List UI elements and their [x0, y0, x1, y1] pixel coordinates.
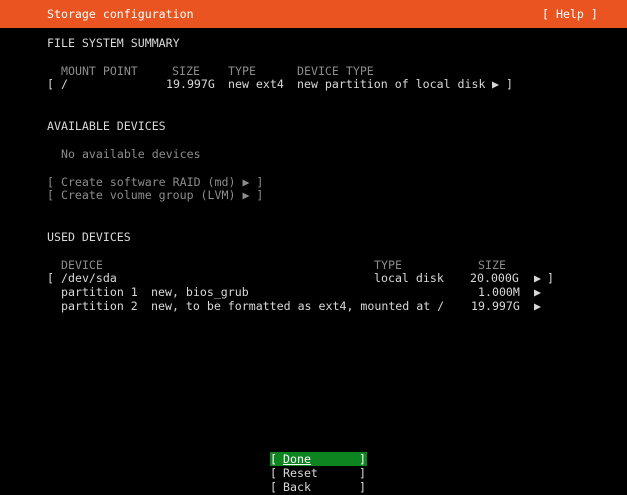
done-open-bracket: [ — [270, 452, 277, 466]
row-device-type: new partition of local disk — [297, 77, 486, 91]
back-label: Back — [283, 480, 311, 494]
col-mount-point: MOUNT POINT — [61, 64, 138, 78]
row-mount: / — [61, 77, 68, 91]
row-type: new ext4 — [228, 77, 284, 91]
row-size: 19.997G — [166, 77, 215, 91]
back-open-bracket: [ — [270, 480, 277, 494]
no-available-devices-text: No available devices — [61, 147, 201, 161]
disk-arrow-icon: ▶ — [534, 271, 541, 285]
reset-button[interactable]: [ Reset ] — [270, 466, 367, 480]
partition-name: partition 1 — [61, 285, 138, 299]
disk-size: 20.000G — [470, 271, 519, 285]
row-arrow-icon: ▶ — [492, 77, 499, 91]
used-devices-heading: USED DEVICES — [47, 230, 131, 244]
partition-row[interactable]: partition 1 new, bios_grub 1.000M ▶ — [47, 285, 547, 299]
fs-summary-heading: FILE SYSTEM SUMMARY — [47, 36, 180, 50]
disk-name: /dev/sda — [61, 271, 117, 285]
partition-arrow-icon: ▶ — [534, 285, 541, 299]
page-title: Storage configuration — [47, 7, 194, 21]
title-bar: Storage configuration [ Help ] — [0, 0, 627, 28]
col-size: SIZE — [172, 64, 200, 78]
col-used-size: SIZE — [478, 258, 506, 272]
disk-row[interactable]: [ /dev/sda local disk 20.000G ▶ ] — [47, 271, 557, 285]
back-close-bracket: ] — [359, 480, 366, 494]
col-used-type: TYPE — [374, 258, 402, 272]
reset-label: Reset — [283, 466, 318, 480]
partition-desc: new, bios_grub — [151, 285, 249, 299]
partition-row[interactable]: partition 2 new, to be formatted as ext4… — [47, 299, 547, 313]
row-open-bracket: [ — [47, 77, 54, 91]
help-button[interactable]: [ Help ] — [542, 7, 598, 21]
partition-desc: new, to be formatted as ext4, mounted at… — [151, 299, 445, 313]
partition-size: 19.997G — [471, 299, 520, 313]
create-raid-button[interactable]: [ Create software RAID (md) ▶ ] — [47, 175, 263, 189]
col-type: TYPE — [228, 64, 256, 78]
reset-close-bracket: ] — [359, 466, 366, 480]
col-device-type: DEVICE TYPE — [297, 64, 374, 78]
col-device: DEVICE — [61, 258, 103, 272]
row-close-bracket: ] — [506, 77, 513, 91]
done-button[interactable]: [ Done ] — [270, 452, 367, 466]
available-devices-heading: AVAILABLE DEVICES — [47, 119, 166, 133]
partition-size: 1.000M — [478, 285, 520, 299]
partition-name: partition 2 — [61, 299, 138, 313]
partition-arrow-icon: ▶ — [534, 299, 541, 313]
back-button[interactable]: [ Back ] — [270, 480, 367, 494]
create-lvm-button[interactable]: [ Create volume group (LVM) ▶ ] — [47, 188, 263, 202]
disk-close-bracket: ] — [547, 271, 554, 285]
done-label: Done — [283, 452, 311, 466]
fs-summary-row[interactable]: [ / 19.997G new ext4 new partition of lo… — [47, 77, 517, 91]
reset-open-bracket: [ — [270, 466, 277, 480]
disk-open-bracket: [ — [47, 271, 54, 285]
disk-type: local disk — [374, 271, 444, 285]
done-close-bracket: ] — [359, 452, 366, 466]
